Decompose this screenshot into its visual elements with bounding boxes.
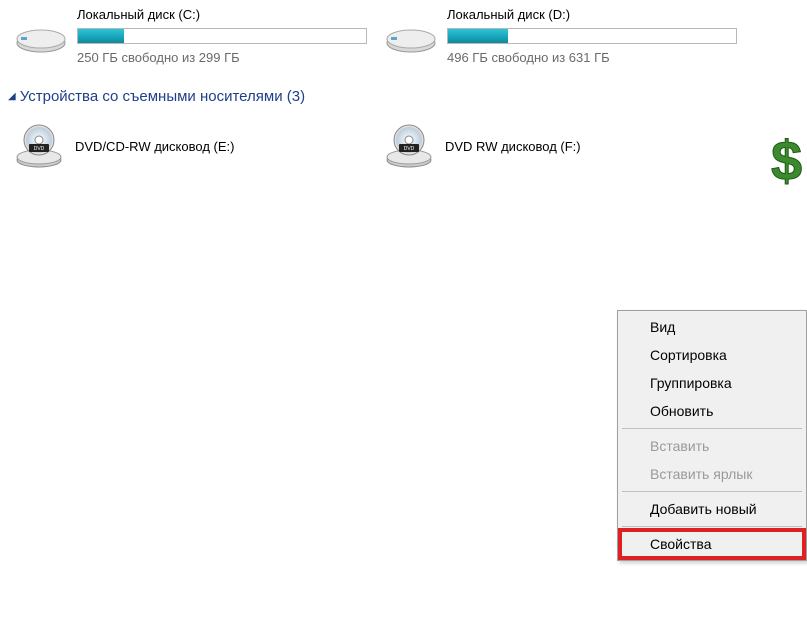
hard-drive-icon [15,5,67,57]
capacity-bar [77,28,367,44]
dvd-drive-icon: DVD [15,122,63,170]
section-title: Устройства со съемными носителями (3) [20,88,305,105]
drive-info: Локальный диск (D:) 496 ГБ свободно из 6… [447,5,737,65]
svg-text:DVD: DVD [34,146,45,152]
dollar-icon: $ [763,128,803,198]
drive-name: DVD RW дисковод (F:) [445,139,581,154]
menu-refresh[interactable]: Обновить [620,397,804,425]
menu-separator [622,491,802,492]
svg-text:$: $ [771,129,802,192]
removable-section-header[interactable]: ◢ Устройства со съемными носителями (3) [0,70,807,117]
menu-properties[interactable]: Свойства [620,530,804,558]
capacity-fill [78,29,124,43]
capacity-bar [447,28,737,44]
menu-view[interactable]: Вид [620,313,804,341]
menu-sort[interactable]: Сортировка [620,341,804,369]
dvd-drive-icon: DVD [385,122,433,170]
drive-info: Локальный диск (C:) 250 ГБ свободно из 2… [77,5,367,65]
context-menu: Вид Сортировка Группировка Обновить Вста… [617,310,807,561]
drive-name: Локальный диск (C:) [77,7,367,22]
dvd-drive-f[interactable]: DVD DVD RW дисковод (F:) [380,117,730,175]
menu-paste-shortcut: Вставить ярлык [620,460,804,488]
hard-drives-row: Локальный диск (C:) 250 ГБ свободно из 2… [0,0,807,70]
collapse-arrow-icon: ◢ [8,91,16,102]
menu-paste: Вставить [620,432,804,460]
dvd-drive-e[interactable]: DVD DVD/CD-RW дисковод (E:) [10,117,360,175]
capacity-fill [448,29,508,43]
menu-separator [622,428,802,429]
removable-drives-row: DVD DVD/CD-RW дисковод (E:) DVD DVD RW д… [0,117,807,175]
svg-text:DVD: DVD [404,146,415,152]
drive-status: 250 ГБ свободно из 299 ГБ [77,50,367,65]
menu-group[interactable]: Группировка [620,369,804,397]
drive-name: DVD/CD-RW дисковод (E:) [75,139,234,154]
drive-status: 496 ГБ свободно из 631 ГБ [447,50,737,65]
menu-separator [622,526,802,527]
drive-c[interactable]: Локальный диск (C:) 250 ГБ свободно из 2… [10,0,360,70]
menu-add-new[interactable]: Добавить новый [620,495,804,523]
drive-name: Локальный диск (D:) [447,7,737,22]
hard-drive-icon [385,5,437,57]
drive-d[interactable]: Локальный диск (D:) 496 ГБ свободно из 6… [380,0,730,70]
